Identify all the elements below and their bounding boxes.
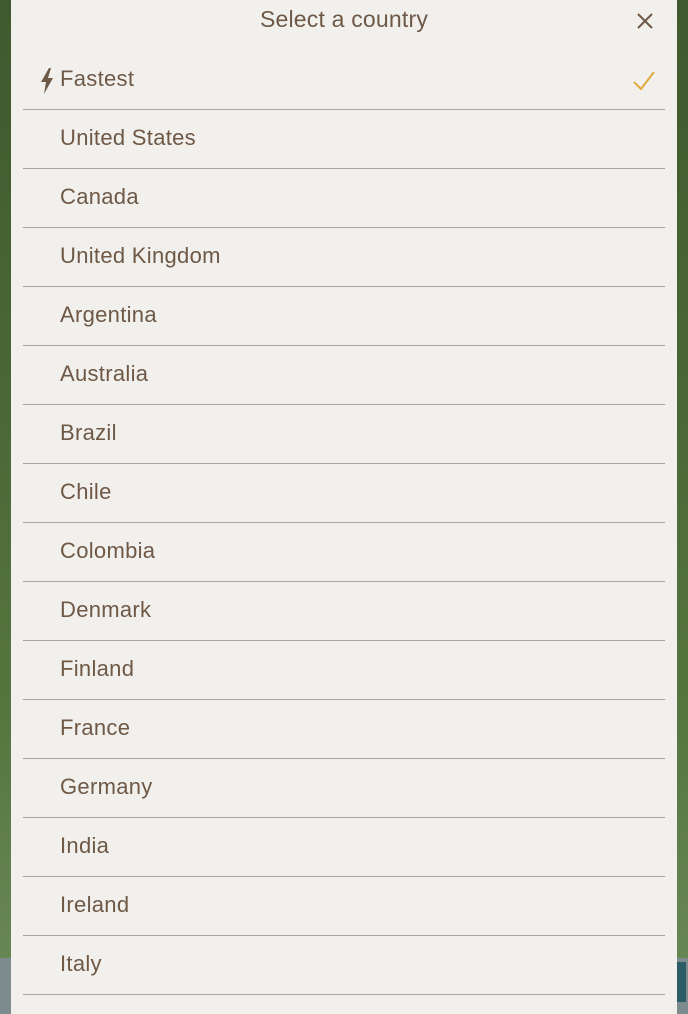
close-button[interactable] xyxy=(631,7,659,35)
country-label: Ireland xyxy=(60,892,130,917)
country-item-canada[interactable]: Canada xyxy=(23,169,665,228)
country-label: France xyxy=(60,715,131,740)
country-item-finland[interactable]: Finland xyxy=(23,641,665,700)
country-item-denmark[interactable]: Denmark xyxy=(23,582,665,641)
country-item-australia[interactable]: Australia xyxy=(23,346,665,405)
country-label: United States xyxy=(60,125,196,150)
country-item-india[interactable]: India xyxy=(23,818,665,877)
lightning-bolt-icon xyxy=(41,68,53,94)
close-icon xyxy=(637,13,653,29)
country-item-france[interactable]: France xyxy=(23,700,665,759)
country-item-argentina[interactable]: Argentina xyxy=(23,287,665,346)
country-item-italy[interactable]: Italy xyxy=(23,936,665,995)
country-item-united-kingdom[interactable]: United Kingdom xyxy=(23,228,665,287)
country-label: Colombia xyxy=(60,538,156,563)
country-item-brazil[interactable]: Brazil xyxy=(23,405,665,464)
country-item-ireland[interactable]: Ireland xyxy=(23,877,665,936)
country-item-united-states[interactable]: United States xyxy=(23,110,665,169)
dialog-title: Select a country xyxy=(259,6,429,32)
country-label: Argentina xyxy=(60,302,157,327)
country-label: Finland xyxy=(60,656,135,681)
country-label: Chile xyxy=(60,479,112,504)
country-item-chile[interactable]: Chile xyxy=(23,464,665,523)
country-label: Australia xyxy=(60,361,149,386)
country-label: India xyxy=(60,833,110,858)
country-label: Italy xyxy=(60,951,102,976)
country-label: Fastest xyxy=(60,66,135,91)
country-item-fastest[interactable]: Fastest xyxy=(23,51,665,110)
country-item-germany[interactable]: Germany xyxy=(23,759,665,818)
country-label: Brazil xyxy=(60,420,117,445)
country-item-colombia[interactable]: Colombia xyxy=(23,523,665,582)
dialog-header: Select a country xyxy=(11,0,677,51)
checkmark-icon xyxy=(633,71,655,91)
country-select-dialog: Select a country Fastest United States C… xyxy=(11,0,677,1014)
country-list: Fastest United States Canada United King… xyxy=(23,51,665,995)
country-label: United Kingdom xyxy=(60,243,221,268)
country-label: Germany xyxy=(60,774,153,799)
country-label: Canada xyxy=(60,184,139,209)
country-label: Denmark xyxy=(60,597,152,622)
